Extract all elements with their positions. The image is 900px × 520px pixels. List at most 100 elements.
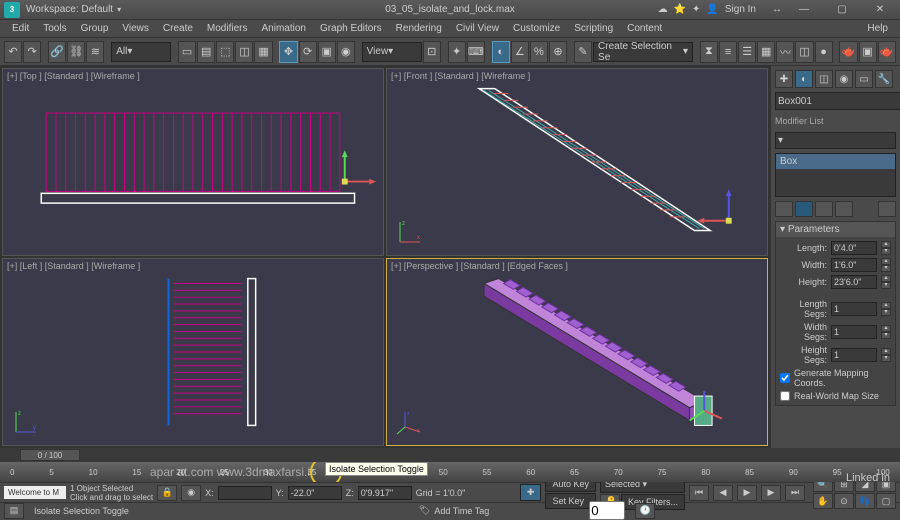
schematic-button[interactable]: ◫ bbox=[795, 41, 813, 63]
hierarchy-tab[interactable]: ◫ bbox=[815, 70, 833, 88]
spinner-snap-button[interactable]: ⊕ bbox=[549, 41, 567, 63]
rotate-button[interactable]: ⟳ bbox=[299, 41, 317, 63]
spinner-down[interactable]: ▾ bbox=[881, 355, 891, 362]
toggle-button[interactable]: ▦ bbox=[757, 41, 775, 63]
menu-scripting[interactable]: Scripting bbox=[568, 21, 619, 36]
goto-start-button[interactable]: ⏮ bbox=[689, 485, 709, 501]
z-input[interactable] bbox=[358, 486, 412, 500]
menu-tools[interactable]: Tools bbox=[37, 21, 72, 36]
play-button[interactable]: ▶ bbox=[737, 485, 757, 501]
render-button[interactable]: 🫖 bbox=[878, 41, 896, 63]
remove-mod-button[interactable] bbox=[835, 201, 853, 217]
viewport-left-label[interactable]: [+] [Left ] [Standard ] [Wireframe ] bbox=[7, 261, 140, 271]
viewport-perspective[interactable]: [+] [Perspective ] [Standard ] [Edged Fa… bbox=[386, 258, 768, 446]
maxscript-listener[interactable]: Welcome to M bbox=[4, 486, 66, 499]
motion-tab[interactable]: ◉ bbox=[835, 70, 853, 88]
layer-button[interactable]: ☰ bbox=[738, 41, 756, 63]
menu-views[interactable]: Views bbox=[116, 21, 155, 36]
goto-end-button[interactable]: ⏭ bbox=[785, 485, 805, 501]
material-button[interactable]: ● bbox=[815, 41, 833, 63]
move-button[interactable]: ✥ bbox=[279, 41, 297, 63]
menu-create[interactable]: Create bbox=[157, 21, 199, 36]
link-button[interactable]: 🔗 bbox=[48, 41, 66, 63]
isolate-button[interactable]: ◉ bbox=[181, 485, 201, 501]
lseg-input[interactable] bbox=[831, 302, 877, 316]
time-tag-icon[interactable]: 🏷 bbox=[419, 505, 430, 516]
cloud-icon[interactable]: ☁ bbox=[658, 4, 668, 15]
select-window-button[interactable]: ◫ bbox=[235, 41, 253, 63]
orbit-button[interactable]: ⊙ bbox=[834, 493, 854, 509]
trackbar[interactable]: 0 5 10 15 20 25 30 35 40 45 50 55 60 65 … bbox=[0, 462, 900, 482]
angle-snap-button[interactable]: ∠ bbox=[511, 41, 529, 63]
add-time-tag[interactable]: Add Time Tag bbox=[434, 506, 489, 516]
max-toggle-button[interactable]: ▢ bbox=[876, 493, 896, 509]
spinner-down[interactable]: ▾ bbox=[881, 282, 891, 289]
scale-button[interactable]: ▣ bbox=[318, 41, 336, 63]
menu-group[interactable]: Group bbox=[75, 21, 115, 36]
workspace-label[interactable]: Workspace: Default bbox=[26, 4, 113, 15]
menu-content[interactable]: Content bbox=[621, 21, 668, 36]
menu-animation[interactable]: Animation bbox=[255, 21, 311, 36]
undo-button[interactable]: ↶ bbox=[4, 41, 22, 63]
unlink-button[interactable]: ⛓ bbox=[67, 41, 85, 63]
wseg-input[interactable] bbox=[831, 325, 877, 339]
workspace-dropdown[interactable]: ▾ bbox=[117, 5, 121, 14]
render-setup-button[interactable]: 🫖 bbox=[839, 41, 857, 63]
stack-item-box[interactable]: Box bbox=[776, 154, 895, 169]
length-input[interactable] bbox=[831, 241, 877, 255]
width-input[interactable] bbox=[831, 258, 877, 272]
utilities-tab[interactable]: 🔧 bbox=[875, 70, 893, 88]
x-input[interactable] bbox=[218, 486, 272, 500]
object-name-input[interactable] bbox=[775, 92, 900, 110]
menu-rendering[interactable]: Rendering bbox=[390, 21, 448, 36]
percent-snap-button[interactable]: % bbox=[530, 41, 548, 63]
spinner-up[interactable]: ▴ bbox=[881, 302, 891, 309]
lock-selection-button[interactable]: 🔒 bbox=[157, 485, 177, 501]
realworld-checkbox[interactable] bbox=[780, 391, 790, 401]
mapping-coords-checkbox[interactable] bbox=[780, 373, 790, 383]
menu-edit[interactable]: Edit bbox=[6, 21, 35, 36]
menu-civilview[interactable]: Civil View bbox=[450, 21, 505, 36]
compass-icon[interactable]: ✦ bbox=[692, 4, 700, 15]
spinner-down[interactable]: ▾ bbox=[881, 265, 891, 272]
viewport-top[interactable]: [+] [Top ] [Standard ] [Wireframe ] bbox=[2, 68, 384, 256]
viewport-front[interactable]: [+] [Front ] [Standard ] [Wireframe ] zx bbox=[386, 68, 768, 256]
menu-modifiers[interactable]: Modifiers bbox=[201, 21, 254, 36]
modify-tab[interactable]: ◐ bbox=[795, 70, 813, 88]
close-button[interactable]: ✕ bbox=[864, 4, 896, 15]
signin-link[interactable]: Sign In bbox=[725, 4, 756, 15]
viewport-top-label[interactable]: [+] [Top ] [Standard ] [Wireframe ] bbox=[7, 71, 140, 81]
unique-button[interactable] bbox=[815, 201, 833, 217]
next-frame-button[interactable]: ▶ bbox=[761, 485, 781, 501]
time-slider-thumb[interactable]: 0 / 100 bbox=[20, 449, 80, 461]
spinner-up[interactable]: ▴ bbox=[881, 275, 891, 282]
walk-button[interactable]: 👣 bbox=[855, 493, 875, 509]
config-button[interactable] bbox=[878, 201, 896, 217]
spinner-up[interactable]: ▴ bbox=[881, 258, 891, 265]
modifier-stack[interactable]: Box bbox=[775, 153, 896, 197]
snap-button[interactable]: ◐ bbox=[492, 41, 510, 63]
viewport-perspective-label[interactable]: [+] [Perspective ] [Standard ] [Edged Fa… bbox=[391, 261, 568, 271]
menu-help[interactable]: Help bbox=[861, 21, 894, 36]
spinner-down[interactable]: ▾ bbox=[881, 332, 891, 339]
show-end-button[interactable] bbox=[795, 201, 813, 217]
y-input[interactable] bbox=[288, 486, 342, 500]
mirror-button[interactable]: ⧗ bbox=[700, 41, 718, 63]
display-tab[interactable]: ▭ bbox=[855, 70, 873, 88]
placement-button[interactable]: ◉ bbox=[337, 41, 355, 63]
rollout-header[interactable]: ▾ Parameters bbox=[776, 222, 895, 237]
pin-stack-button[interactable] bbox=[775, 201, 793, 217]
prev-frame-button[interactable]: ◀ bbox=[713, 485, 733, 501]
render-frame-button[interactable]: ▣ bbox=[859, 41, 877, 63]
redo-button[interactable]: ↷ bbox=[23, 41, 41, 63]
create-tab[interactable]: ✚ bbox=[775, 70, 793, 88]
pan-button[interactable]: ✋ bbox=[813, 493, 833, 509]
ref-coord[interactable]: View ▾ bbox=[362, 42, 422, 62]
maximize-button[interactable]: ▢ bbox=[826, 4, 858, 15]
align-button[interactable]: ≡ bbox=[719, 41, 737, 63]
viewport-left[interactable]: [+] [Left ] [Standard ] [Wireframe ] zy bbox=[2, 258, 384, 446]
spinner-up[interactable]: ▴ bbox=[881, 348, 891, 355]
edit-sel-button[interactable]: ✎ bbox=[574, 41, 592, 63]
spinner-down[interactable]: ▾ bbox=[881, 248, 891, 255]
spinner-down[interactable]: ▾ bbox=[881, 309, 891, 316]
